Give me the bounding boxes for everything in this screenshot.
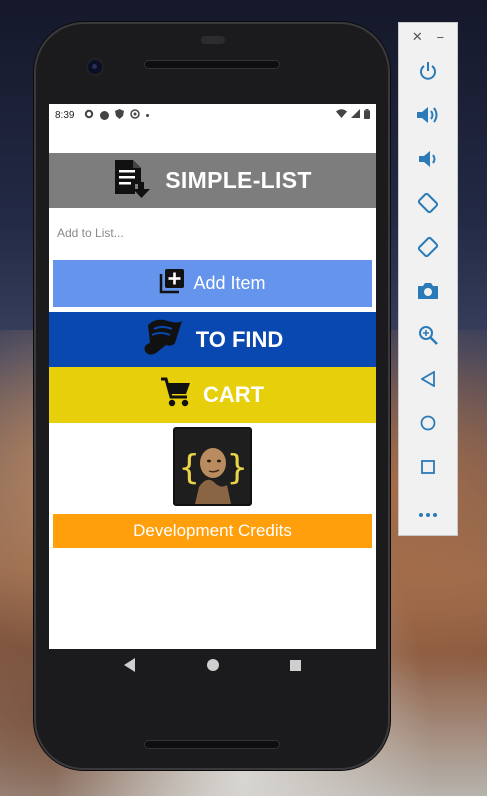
wifi-icon [336,109,347,121]
emulator-toolbar: ✕ − [398,22,458,536]
signal-icon [351,109,360,121]
nav-back-icon[interactable] [124,657,136,677]
volume-up-button[interactable] [399,95,457,139]
more-icon [419,504,437,522]
list-download-icon [113,158,151,203]
add-item-button[interactable]: Add Item [53,260,372,307]
emulator-window-controls: ✕ − [399,23,457,51]
battery-icon [364,108,370,122]
more-notifications-dot [146,113,150,117]
volume-up-icon [417,106,439,129]
shield-notification-icon [115,108,125,122]
scroll-icon [142,317,184,363]
overview-button[interactable] [399,447,457,491]
minimize-icon[interactable]: − [437,30,445,45]
app-notification-icon [100,110,110,120]
earpiece-speaker [144,60,280,69]
svg-text:{: { [179,448,199,488]
add-box-icon [159,268,185,299]
rotate-left-icon [417,192,439,219]
nav-overview-icon[interactable] [289,658,301,676]
notification-icons [84,108,150,122]
development-credits-button[interactable]: Development Credits [53,514,372,548]
home-icon [420,415,436,436]
cart-button[interactable]: CART [49,367,376,423]
close-icon[interactable]: ✕ [412,29,423,45]
front-camera [88,60,102,74]
android-nav-bar [49,649,376,685]
zoom-button[interactable] [399,315,457,359]
cart-label: CART [202,382,265,407]
to-find-button[interactable]: TO FIND [49,312,376,367]
app-screen: 8:39 SIMPLE-LIST Add to List... Add Item… [49,104,376,649]
power-button[interactable] [399,51,457,95]
home-button[interactable] [399,403,457,447]
back-button[interactable] [399,359,457,403]
overview-icon [421,459,435,479]
nav-home-icon[interactable] [206,658,219,676]
app-title: SIMPLE-LIST [165,167,312,193]
volume-down-icon [419,150,437,173]
zoom-icon [418,325,438,350]
shopping-cart-icon [160,376,191,414]
rotate-left-button[interactable] [399,183,457,227]
svg-text:}: } [227,448,247,488]
bottom-speaker [144,740,280,749]
developer-avatar[interactable]: { } [173,427,252,506]
settings-notification-icon [84,109,94,122]
more-button[interactable] [399,491,457,535]
app-header: SIMPLE-LIST [49,153,376,208]
status-time: 8:39 [55,109,75,121]
add-to-list-input[interactable] [57,226,367,240]
camera-icon [418,282,438,304]
sync-notification-icon [130,108,141,122]
screenshot-button[interactable] [399,271,457,315]
rotate-right-button[interactable] [399,227,457,271]
power-icon [418,61,438,86]
phone-top-slot [201,36,225,44]
add-item-label: Add Item [193,273,266,293]
status-bar: 8:39 [49,104,376,126]
add-to-list-row [57,222,367,244]
system-icons [336,108,370,122]
to-find-label: TO FIND [195,326,284,352]
rotate-right-icon [417,236,439,263]
back-icon [420,369,435,392]
volume-down-button[interactable] [399,139,457,183]
